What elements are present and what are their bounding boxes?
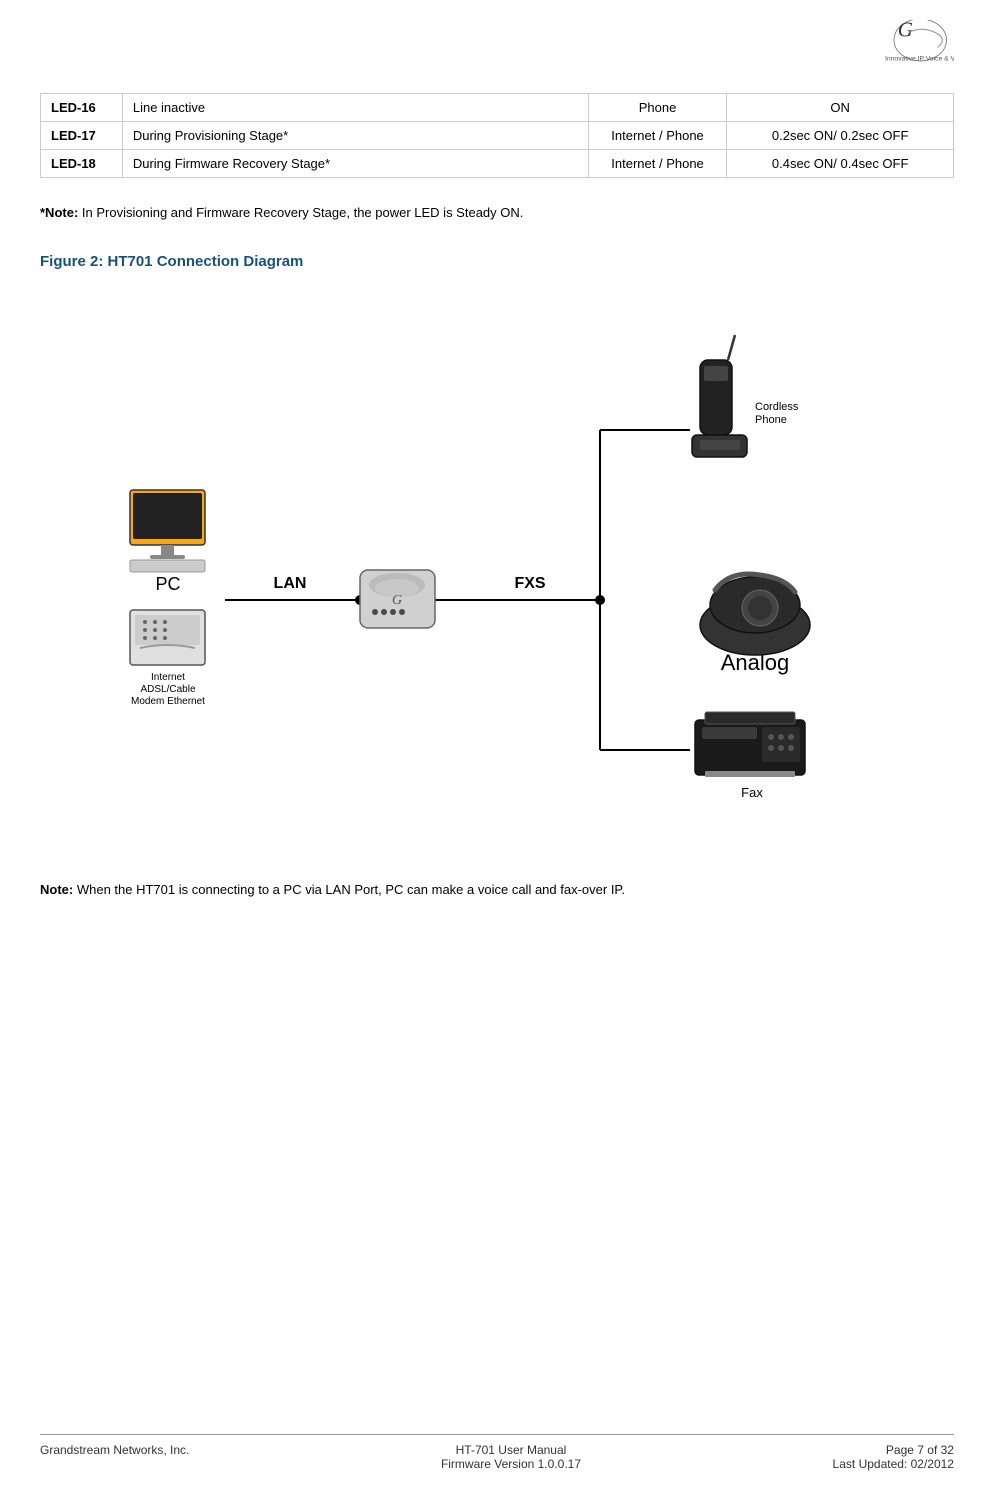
footer-firmware-version: Firmware Version 1.0.0.17 [441, 1457, 581, 1471]
led-17-status: 0.2sec ON/ 0.2sec OFF [727, 122, 954, 150]
svg-text:Phone: Phone [755, 414, 787, 426]
led-17-desc: During Provisioning Stage* [122, 122, 588, 150]
logo-area: G Innovative IP Voice & Video [40, 10, 954, 93]
svg-text:G: G [392, 593, 402, 608]
led-16-label: LED-16 [41, 94, 123, 122]
table-row: LED-16 Line inactive Phone ON [41, 94, 954, 122]
svg-text:FXS: FXS [514, 575, 545, 592]
led-16-device: Phone [588, 94, 727, 122]
svg-text:ADSL/Cable: ADSL/Cable [140, 684, 195, 695]
led-18-label: LED-18 [41, 150, 123, 178]
led-table: LED-16 Line inactive Phone ON LED-17 Dur… [40, 93, 954, 178]
svg-text:Innovative IP Voice & Video: Innovative IP Voice & Video [885, 55, 954, 62]
connection-diagram: PC Internet ADSL/Cable Modem Ethernet LA… [40, 290, 954, 850]
bottom-note: Note: When the HT701 is connecting to a … [40, 880, 954, 901]
led-18-status: 0.4sec ON/ 0.4sec OFF [727, 150, 954, 178]
footer-right: Page 7 of 32 Last Updated: 02/2012 [833, 1443, 954, 1471]
led-17-device: Internet / Phone [588, 122, 727, 150]
footer-page-number: Page 7 of 32 [833, 1443, 954, 1457]
led-16-status: ON [727, 94, 954, 122]
footer-manual-title: HT-701 User Manual [441, 1443, 581, 1457]
led-16-desc: Line inactive [122, 94, 588, 122]
svg-text:PC: PC [155, 574, 180, 594]
svg-text:Internet: Internet [151, 672, 185, 683]
figure-title: Figure 2: HT701 Connection Diagram [40, 253, 954, 270]
svg-text:LAN: LAN [274, 575, 307, 592]
logo: G Innovative IP Voice & Video [834, 20, 954, 78]
svg-text:Modem Ethernet: Modem Ethernet [131, 696, 205, 707]
page-wrapper: G Innovative IP Voice & Video LED-16 Lin… [0, 0, 994, 1491]
led-18-desc: During Firmware Recovery Stage* [122, 150, 588, 178]
led-17-label: LED-17 [41, 122, 123, 150]
provisioning-note: *Note: In Provisioning and Firmware Reco… [40, 203, 954, 223]
svg-text:G: G [898, 20, 913, 41]
svg-text:Cordless: Cordless [755, 401, 799, 413]
footer-center: HT-701 User Manual Firmware Version 1.0.… [441, 1443, 581, 1471]
footer: Grandstream Networks, Inc. HT-701 User M… [40, 1434, 954, 1471]
footer-left: Grandstream Networks, Inc. [40, 1443, 189, 1471]
table-row: LED-18 During Firmware Recovery Stage* I… [41, 150, 954, 178]
table-row: LED-17 During Provisioning Stage* Intern… [41, 122, 954, 150]
svg-text:Fax: Fax [741, 785, 763, 800]
svg-text:Analog: Analog [721, 650, 790, 675]
led-18-device: Internet / Phone [588, 150, 727, 178]
footer-last-updated: Last Updated: 02/2012 [833, 1457, 954, 1471]
